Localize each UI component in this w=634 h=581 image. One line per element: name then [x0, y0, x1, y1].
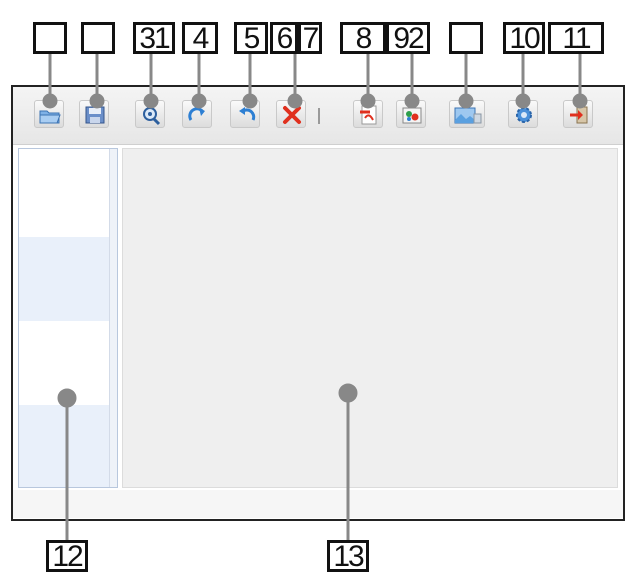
settings-gear-icon	[516, 107, 532, 123]
status-strip	[13, 490, 623, 518]
open-button[interactable]	[34, 100, 64, 128]
redo-icon	[188, 107, 205, 121]
callout-9: 92	[386, 22, 430, 55]
panel-scrollbar[interactable]	[109, 149, 117, 487]
exit-icon	[570, 106, 588, 124]
callout-13: 12	[46, 540, 88, 573]
settings-button[interactable]	[508, 100, 538, 128]
image-export-icon	[454, 107, 482, 124]
open-folder-icon	[39, 110, 61, 124]
color-palette-icon	[402, 107, 422, 124]
callout-14: 13	[327, 540, 369, 573]
undo-button[interactable]	[230, 100, 260, 128]
panel-row[interactable]	[19, 237, 109, 321]
panel-row[interactable]	[19, 321, 109, 405]
zoom-icon	[143, 107, 161, 126]
panel-row[interactable]	[19, 405, 109, 487]
exit-button[interactable]	[563, 100, 593, 128]
callout-7: 7	[298, 22, 322, 55]
zoom-button[interactable]	[135, 100, 165, 128]
save-icon	[85, 106, 105, 124]
toolbar-separator	[318, 108, 320, 124]
delete-button[interactable]	[276, 100, 306, 128]
callout-1	[33, 22, 67, 54]
callout-11: 10	[503, 22, 545, 55]
color-button[interactable]	[396, 100, 426, 128]
callout-8: 8	[340, 22, 386, 55]
callout-12: 11	[548, 22, 604, 55]
panel-row[interactable]	[19, 149, 109, 237]
callout-3: 31	[133, 22, 175, 55]
callout-10	[449, 22, 483, 54]
navigation-panel[interactable]	[18, 148, 118, 488]
callout-6: 6	[270, 22, 298, 55]
delete-icon	[283, 106, 301, 124]
callout-5: 5	[234, 22, 268, 55]
pdf-export-icon	[360, 105, 377, 125]
undo-icon	[239, 107, 256, 121]
callout-4: 4	[182, 22, 218, 55]
redo-button[interactable]	[182, 100, 212, 128]
toolbar-divider	[13, 144, 623, 145]
callout-2	[81, 22, 115, 54]
pdf-export-button[interactable]	[353, 100, 383, 128]
image-export-button[interactable]	[449, 100, 485, 128]
save-button[interactable]	[79, 100, 109, 128]
main-display-area[interactable]	[122, 148, 618, 488]
